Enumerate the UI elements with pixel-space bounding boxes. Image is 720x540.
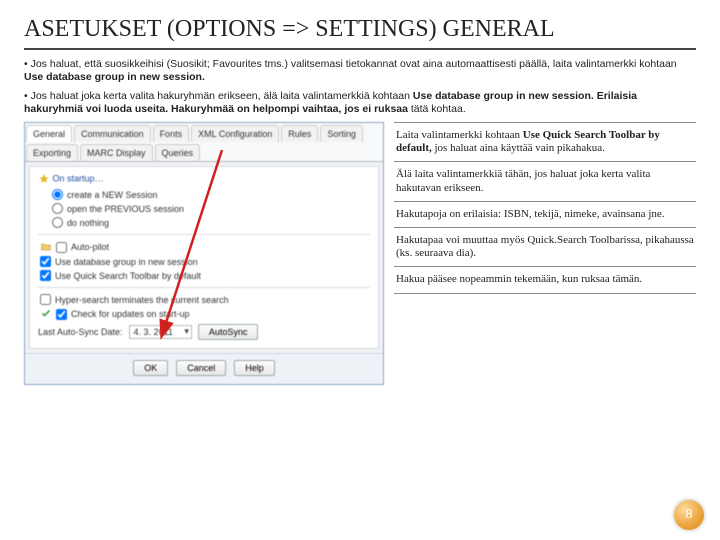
autosync-date-picker[interactable]: 4. 3. 2011 — [129, 325, 192, 339]
note-1: Laita valintamerkki kohtaan Use Quick Se… — [394, 122, 696, 161]
bullet-1b: Use database group in new session. — [24, 71, 205, 83]
folder-icon — [40, 241, 52, 253]
general-panel: On startup… create a NEW Session open th… — [29, 166, 379, 349]
bullet-1a: • Jos haluat, että suosikkeihisi (Suosik… — [24, 58, 677, 70]
cancel-button[interactable]: Cancel — [176, 360, 226, 376]
chk-dbgroup[interactable] — [40, 256, 51, 267]
check-icon — [40, 308, 52, 320]
radio-do-nothing-label: do nothing — [67, 218, 109, 228]
tab-queries[interactable]: Queries — [155, 144, 201, 161]
tab-rules[interactable]: Rules — [281, 125, 318, 142]
chk-quicksearch[interactable] — [40, 270, 51, 281]
chk-updates-label: Check for updates on start-up — [71, 309, 190, 319]
bullet-2a: • Jos haluat joka kerta valita hakuryhmä… — [24, 90, 413, 102]
star-icon — [38, 173, 50, 185]
tab-sorting[interactable]: Sorting — [320, 125, 363, 142]
startup-group-text: On startup… — [53, 173, 104, 183]
ok-button[interactable]: OK — [133, 360, 168, 376]
page-title: ASETUKSET (OPTIONS => SETTINGS) GENERAL — [24, 16, 696, 50]
intro-bullets: • Jos haluat, että suosikkeihisi (Suosik… — [24, 58, 696, 117]
radio-prev-session[interactable] — [52, 203, 63, 214]
chk-quicksearch-label: Use Quick Search Toolbar by default — [55, 271, 201, 281]
startup-group-label: On startup… — [38, 173, 370, 185]
tab-xml[interactable]: XML Configuration — [191, 125, 279, 142]
note-4: Hakutapaa voi muuttaa myös Quick.Search … — [394, 227, 696, 266]
tab-general[interactable]: General — [26, 125, 72, 142]
radio-new-session[interactable] — [52, 189, 63, 200]
chk-autopilot-label: Auto-pilot — [71, 242, 109, 252]
tab-exporting[interactable]: Exporting — [26, 144, 78, 161]
radio-prev-session-label: open the PREVIOUS session — [67, 204, 184, 214]
chk-autopilot[interactable] — [56, 242, 67, 253]
note-1c: jos haluat aina käyttää vain pikahakua. — [432, 142, 605, 154]
chk-hypersearch-label: Hyper-search terminates the current sear… — [55, 295, 229, 305]
tab-communication[interactable]: Communication — [74, 125, 151, 142]
tab-marc[interactable]: MARC Display — [80, 144, 153, 161]
tab-strip: General Communication Fonts XML Configur… — [25, 123, 383, 162]
side-notes: Laita valintamerkki kohtaan Use Quick Se… — [394, 122, 696, 294]
settings-dialog: General Communication Fonts XML Configur… — [24, 122, 384, 385]
autosync-label: Last Auto-Sync Date: — [38, 327, 123, 337]
chk-updates[interactable] — [56, 309, 67, 320]
note-5: Hakua pääsee nopeammin tekemään, kun ruk… — [394, 266, 696, 293]
bullet-2c: tätä kohtaa. — [411, 103, 466, 115]
radio-new-session-label: create a NEW Session — [67, 190, 158, 200]
radio-do-nothing[interactable] — [52, 217, 63, 228]
note-3: Hakutapoja on erilaisia: ISBN, tekijä, n… — [394, 201, 696, 227]
chk-hypersearch[interactable] — [40, 294, 51, 305]
note-1a: Laita valintamerkki kohtaan — [396, 129, 523, 141]
note-2: Älä laita valintamerkkiä tähän, jos halu… — [394, 161, 696, 200]
chk-dbgroup-label: Use database group in new session — [55, 257, 198, 267]
autosync-button[interactable]: AutoSync — [198, 324, 259, 340]
page-number-badge: 8 — [674, 500, 704, 530]
help-button[interactable]: Help — [234, 360, 275, 376]
tab-fonts[interactable]: Fonts — [153, 125, 190, 142]
